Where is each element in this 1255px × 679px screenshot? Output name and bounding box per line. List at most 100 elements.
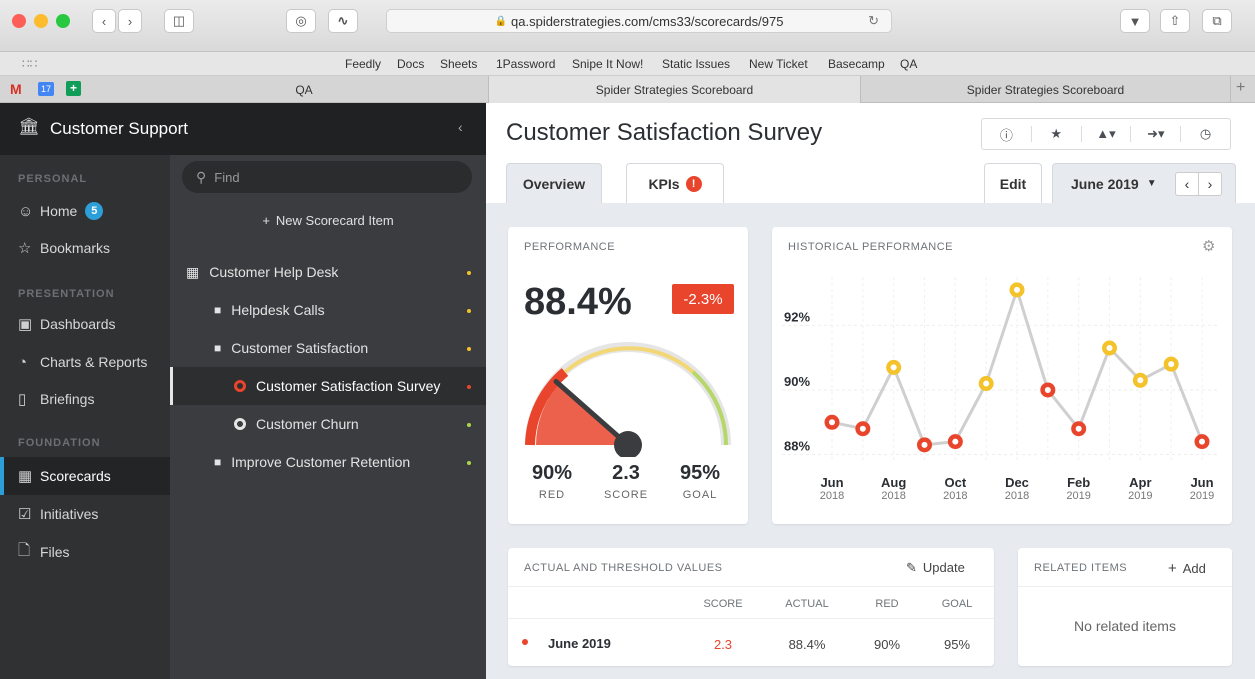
card-title: HISTORICAL PERFORMANCE: [788, 241, 954, 253]
bookmark-docs[interactable]: Docs: [397, 57, 424, 71]
tree-item-customer-churn[interactable]: Customer Churn: [234, 405, 456, 443]
action-toolbar: ⓘ ★ ▲▾ ➜▾ ◷: [981, 118, 1231, 150]
add-related-button[interactable]: + Add: [1168, 560, 1206, 577]
data-point-center: [1106, 345, 1113, 352]
data-point-center: [921, 441, 928, 448]
browser-tab-scoreboard-1[interactable]: Spider Strategies Scoreboard: [489, 76, 861, 103]
download-icon: ▼: [1128, 13, 1142, 29]
export-icon[interactable]: ➜▾: [1131, 126, 1180, 142]
search-field[interactable]: ⚲ Find: [182, 161, 472, 193]
nav-item-files[interactable]: 🗋 Files: [0, 533, 170, 571]
x-tick-year: 2018: [943, 490, 967, 502]
nav-item-bookmarks[interactable]: ☆ Bookmarks: [0, 229, 170, 267]
new-item-label: New Scorecard Item: [275, 213, 394, 228]
nav-label: Bookmarks: [40, 240, 111, 256]
tree-item-improve-retention[interactable]: ■ Improve Customer Retention: [214, 443, 464, 481]
browser-tab-qa[interactable]: QA: [120, 76, 489, 103]
gear-icon[interactable]: ⚙: [1202, 237, 1215, 255]
nav-item-scorecards[interactable]: ▦ Scorecards: [0, 457, 170, 495]
next-period-button[interactable]: ›: [1198, 172, 1222, 196]
nav-item-dashboards[interactable]: ▣ Dashboards: [0, 305, 170, 343]
update-button[interactable]: ✎ Update: [906, 560, 965, 576]
gmail-icon[interactable]: M: [10, 81, 22, 97]
password-button[interactable]: ◎: [286, 9, 316, 33]
page-header: Customer Satisfaction Survey ⓘ ★ ▲▾ ➜▾ ◷…: [486, 103, 1255, 203]
forward-button[interactable]: ›: [118, 9, 142, 33]
score-value: 2.3: [612, 462, 640, 484]
bookmark-basecamp[interactable]: Basecamp: [828, 57, 885, 71]
alert-icon[interactable]: ▲▾: [1082, 126, 1131, 142]
address-bar[interactable]: 🔒 qa.spiderstrategies.com/cms33/scorecar…: [386, 9, 892, 33]
red-threshold-value: 90%: [531, 462, 573, 484]
tabs-overview-button[interactable]: ⧉: [1202, 9, 1232, 33]
bookmark-qa[interactable]: QA: [900, 57, 917, 71]
nav-section-personal: PERSONAL: [18, 173, 88, 185]
dashboard-icon: ▣: [18, 316, 33, 333]
tree-item-customer-satisfaction-survey[interactable]: Customer Satisfaction Survey: [234, 367, 456, 405]
nav-item-home[interactable]: ☺ Home 5: [0, 192, 170, 230]
checkbox-icon: ☑: [18, 506, 32, 523]
bookmark-static-issues[interactable]: Static Issues: [662, 57, 730, 71]
alert-badge-icon: !: [685, 175, 702, 192]
tab-kpis[interactable]: KPIs !: [626, 163, 724, 203]
x-tick-month: Aug: [881, 475, 906, 490]
x-tick-month: Jun: [1190, 475, 1213, 490]
bookmark-sheets[interactable]: Sheets: [440, 57, 477, 71]
grid-icon[interactable]: ∷∷: [22, 57, 37, 71]
extension-button[interactable]: ∿: [328, 9, 358, 33]
chevron-left-icon: ‹: [101, 13, 107, 29]
nav-item-briefings[interactable]: ▯ Briefings: [0, 380, 170, 418]
nav-item-charts[interactable]: ◔ Charts & Reports: [0, 343, 170, 381]
prev-period-button[interactable]: ‹: [1175, 172, 1199, 196]
back-button[interactable]: ‹: [92, 9, 116, 33]
related-items-card: RELATED ITEMS + Add No related items: [1018, 548, 1232, 666]
data-point-center: [1199, 438, 1205, 445]
tab-label: KPIs: [648, 175, 680, 192]
tab-overview[interactable]: Overview: [506, 163, 602, 203]
red-threshold-label: RED: [538, 489, 566, 501]
row-actual: 88.4%: [788, 637, 826, 652]
bookmark-new-ticket[interactable]: New Ticket: [749, 57, 808, 71]
collapse-nav-button[interactable]: ‹: [458, 119, 463, 135]
reload-icon[interactable]: ↻: [868, 13, 879, 29]
tree-item-customer-satisfaction[interactable]: ■ Customer Satisfaction: [214, 329, 464, 367]
minimize-window-button[interactable]: [34, 14, 48, 28]
x-tick-year: 2019: [1190, 490, 1214, 502]
plus-icon: +: [1168, 560, 1177, 577]
tree-item-help-desk[interactable]: ▦ Customer Help Desk: [186, 253, 476, 291]
calendar-icon[interactable]: 17: [38, 82, 54, 96]
performance-card: PERFORMANCE 88.4% -2.3% 90% RED 2.3 SCOR…: [508, 227, 748, 524]
period-selector[interactable]: June 2019 ▼ ‹ ›: [1052, 163, 1236, 203]
historical-chart: 92%90%88%Jun2018Aug2018Oct2018Dec2018Feb…: [782, 277, 1217, 502]
browser-tab-scoreboard-2[interactable]: Spider Strategies Scoreboard: [861, 76, 1231, 103]
x-tick-month: Jun: [820, 475, 843, 490]
sidebar-toggle-button[interactable]: ◫: [164, 9, 194, 33]
bookmark-snipe[interactable]: Snipe It Now!: [572, 57, 643, 71]
bookmark-1password[interactable]: 1Password: [496, 57, 555, 71]
star-icon[interactable]: ★: [1032, 126, 1081, 142]
zoom-window-button[interactable]: [56, 14, 70, 28]
row-label[interactable]: June 2019: [548, 636, 611, 651]
nav-label: Charts & Reports: [40, 354, 148, 370]
browser-chrome: ‹ › ◫ ◎ ∿ 🔒 qa.spiderstrategies.com/cms3…: [0, 0, 1255, 103]
tree-item-helpdesk-calls[interactable]: ■ Helpdesk Calls: [214, 291, 464, 329]
browser-toolbar: ‹ › ◫ ◎ ∿ 🔒 qa.spiderstrategies.com/cms3…: [0, 0, 1255, 52]
objective-icon: ■: [214, 303, 222, 317]
download-button[interactable]: ▼: [1120, 9, 1150, 33]
close-window-button[interactable]: [12, 14, 26, 28]
sheets-icon[interactable]: +: [66, 81, 81, 96]
new-scorecard-item-button[interactable]: + New Scorecard Item: [170, 213, 486, 228]
history-icon[interactable]: ◷: [1181, 126, 1230, 142]
bookmark-feedly[interactable]: Feedly: [345, 57, 381, 71]
row-red: 90%: [873, 637, 901, 652]
change-badge: -2.3%: [672, 284, 734, 314]
nav-label: Files: [40, 544, 70, 560]
data-point-center: [1044, 386, 1051, 393]
nav-item-initiatives[interactable]: ☑ Initiatives: [0, 495, 170, 533]
info-icon[interactable]: ⓘ: [982, 125, 1031, 144]
new-tab-button[interactable]: +: [1236, 79, 1245, 97]
row-goal: 95%: [943, 637, 971, 652]
star-icon: ☆: [18, 240, 32, 257]
share-button[interactable]: ⇧: [1160, 9, 1190, 33]
edit-button[interactable]: Edit: [984, 163, 1042, 203]
